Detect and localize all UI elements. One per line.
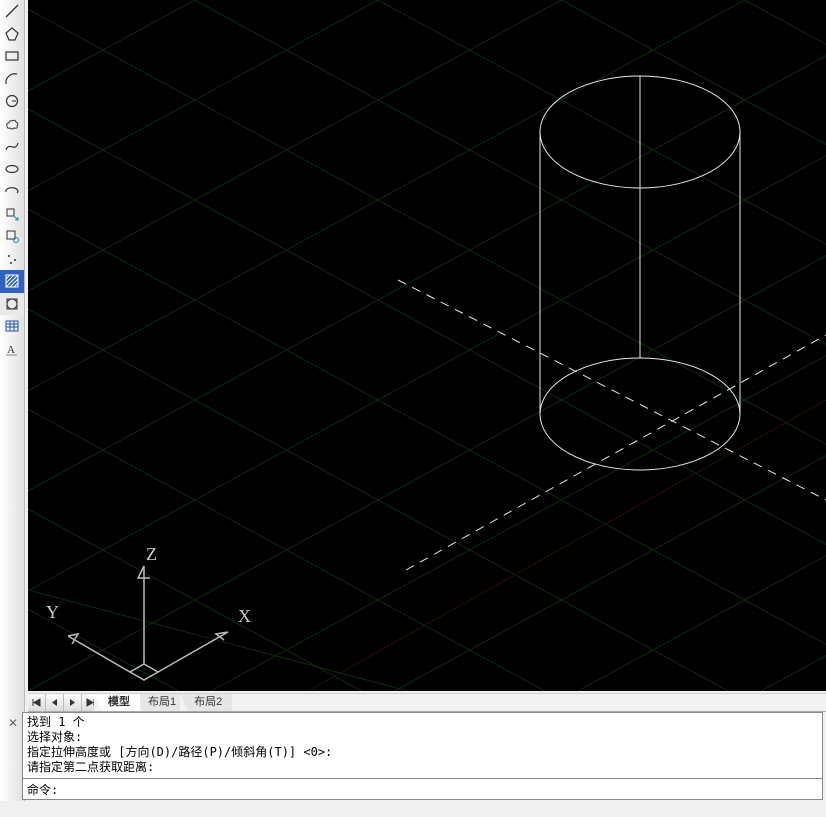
tab-nav-prev-icon[interactable] (46, 694, 64, 711)
tabbar-filler (232, 694, 826, 711)
make-block-icon[interactable] (0, 225, 24, 248)
ucs-y-label: Y (46, 602, 59, 622)
command-prompt: 命令: (27, 781, 58, 798)
layout-tabbar: 模型 布局1 布局2 (28, 693, 826, 712)
revcloud-tool-icon[interactable] (0, 113, 24, 136)
circle-tool-icon[interactable] (0, 90, 24, 113)
ellipse-arc-tool-icon[interactable] (0, 180, 24, 203)
mtext-tool-icon[interactable]: A (0, 338, 24, 361)
tab-model[interactable]: 模型 (94, 694, 140, 711)
tab-layout1[interactable]: 布局1 (134, 694, 186, 711)
cmd-line: 选择对象: (27, 730, 818, 745)
cmd-line: 找到 1 个 (27, 715, 818, 730)
ucs-z-label: Z (146, 544, 157, 564)
command-history[interactable]: 找到 1 个 选择对象: 指定拉伸高度或 [方向(D)/路径(P)/倾斜角(T)… (22, 712, 823, 782)
cmd-line: 指定拉伸高度或 [方向(D)/路径(P)/倾斜角(T)] <0>: (27, 745, 818, 760)
polygon-tool-icon[interactable] (0, 23, 24, 46)
cmd-line: 请指定第二点获取距离: (27, 760, 818, 775)
tab-nav-first-icon[interactable] (28, 694, 46, 711)
region-tool-icon[interactable] (0, 293, 24, 316)
svg-text:A: A (7, 344, 15, 356)
status-bar (0, 801, 826, 817)
drawing-viewport[interactable]: X Y Z (28, 0, 826, 691)
tab-layout2[interactable]: 布局2 (180, 694, 232, 711)
spline-tool-icon[interactable] (0, 135, 24, 158)
table-tool-icon[interactable] (0, 315, 24, 338)
arc-tool-icon[interactable] (0, 68, 24, 91)
tab-nav-next-icon[interactable] (64, 694, 82, 711)
point-tool-icon[interactable] (0, 248, 24, 271)
line-tool-icon[interactable] (0, 0, 24, 23)
command-input[interactable]: 命令: (22, 778, 823, 800)
close-icon[interactable]: ✕ (6, 716, 20, 730)
draw-toolbar: A (0, 0, 25, 360)
ellipse-tool-icon[interactable] (0, 158, 24, 181)
rectangle-tool-icon[interactable] (0, 45, 24, 68)
hatch-tool-icon[interactable] (0, 270, 24, 293)
insert-block-icon[interactable] (0, 203, 24, 226)
ucs-x-label: X (238, 606, 251, 626)
